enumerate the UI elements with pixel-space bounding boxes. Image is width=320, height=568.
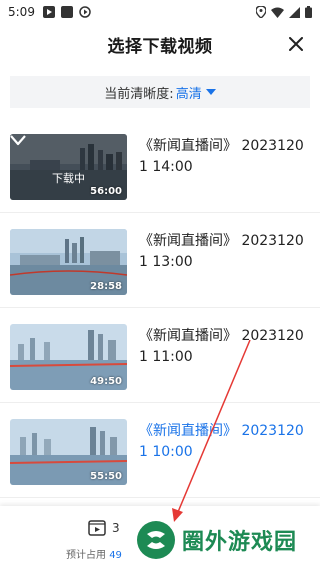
video-title: 《新闻直播间》 20231201 10:00 [139,423,304,460]
video-thumbnail: 49:50 [10,324,127,390]
video-title: 《新闻直播间》 20231201 14:00 [139,138,304,175]
video-title: 《新闻直播间》 20231201 11:00 [139,328,304,365]
battery-icon [305,6,312,18]
storage-estimate: 预计占用 49 [66,546,122,561]
video-duration: 28:58 [90,281,122,292]
video-item[interactable]: 下载中 56:00 《新闻直播间》 20231201 14:00 [0,118,320,213]
video-list: 下载中 56:00 《新闻直播间》 20231201 14:00 28:58 《… [0,118,320,498]
video-item[interactable]: 28:58 《新闻直播间》 20231201 13:00 [0,213,320,308]
close-icon [289,37,303,51]
video-file-icon [88,520,106,536]
page-title: 选择下载视频 [107,36,213,57]
status-time: 5:09 [8,5,35,19]
download-chevron-icon [10,135,26,146]
app-square-icon [60,6,73,18]
video-thumbnail: 下载中 56:00 [10,134,127,200]
watermark: 圈外游戏园 [136,520,297,560]
quality-label: 当前清晰度: [104,86,174,102]
download-status: 下载中 [52,172,85,185]
storage-value: 49 [109,550,122,561]
play-circle-icon [79,6,91,18]
watermark-logo-icon [137,521,175,559]
video-title: 《新闻直播间》 20231201 13:00 [139,233,304,270]
download-list-button[interactable]: 3 [88,520,120,536]
location-icon [256,6,266,18]
caret-down-icon [205,89,216,95]
quality-dropdown[interactable]: 高清 [176,83,216,102]
video-item[interactable]: 49:50 《新闻直播间》 20231201 11:00 [0,308,320,403]
quality-bar: 当前清晰度: 高清 [10,76,310,108]
video-thumbnail: 55:50 [10,419,127,485]
video-duration: 56:00 [90,186,122,197]
video-duration: 55:50 [90,471,122,482]
signal-icon [289,6,300,18]
video-item[interactable]: 55:50 《新闻直播间》 20231201 10:00 [0,403,320,498]
wifi-icon [271,7,284,18]
header: 选择下载视频 [0,24,320,64]
video-thumbnail: 28:58 [10,229,127,295]
storage-label: 预计占用 [66,550,106,561]
quality-value: 高清 [175,86,202,102]
video-duration: 49:50 [90,376,122,387]
close-button[interactable] [284,32,308,56]
bottom-label: 3 [112,521,120,535]
watermark-text: 圈外游戏园 [182,530,298,555]
media-play-icon [42,6,55,18]
status-bar: 5:09 [0,0,320,24]
